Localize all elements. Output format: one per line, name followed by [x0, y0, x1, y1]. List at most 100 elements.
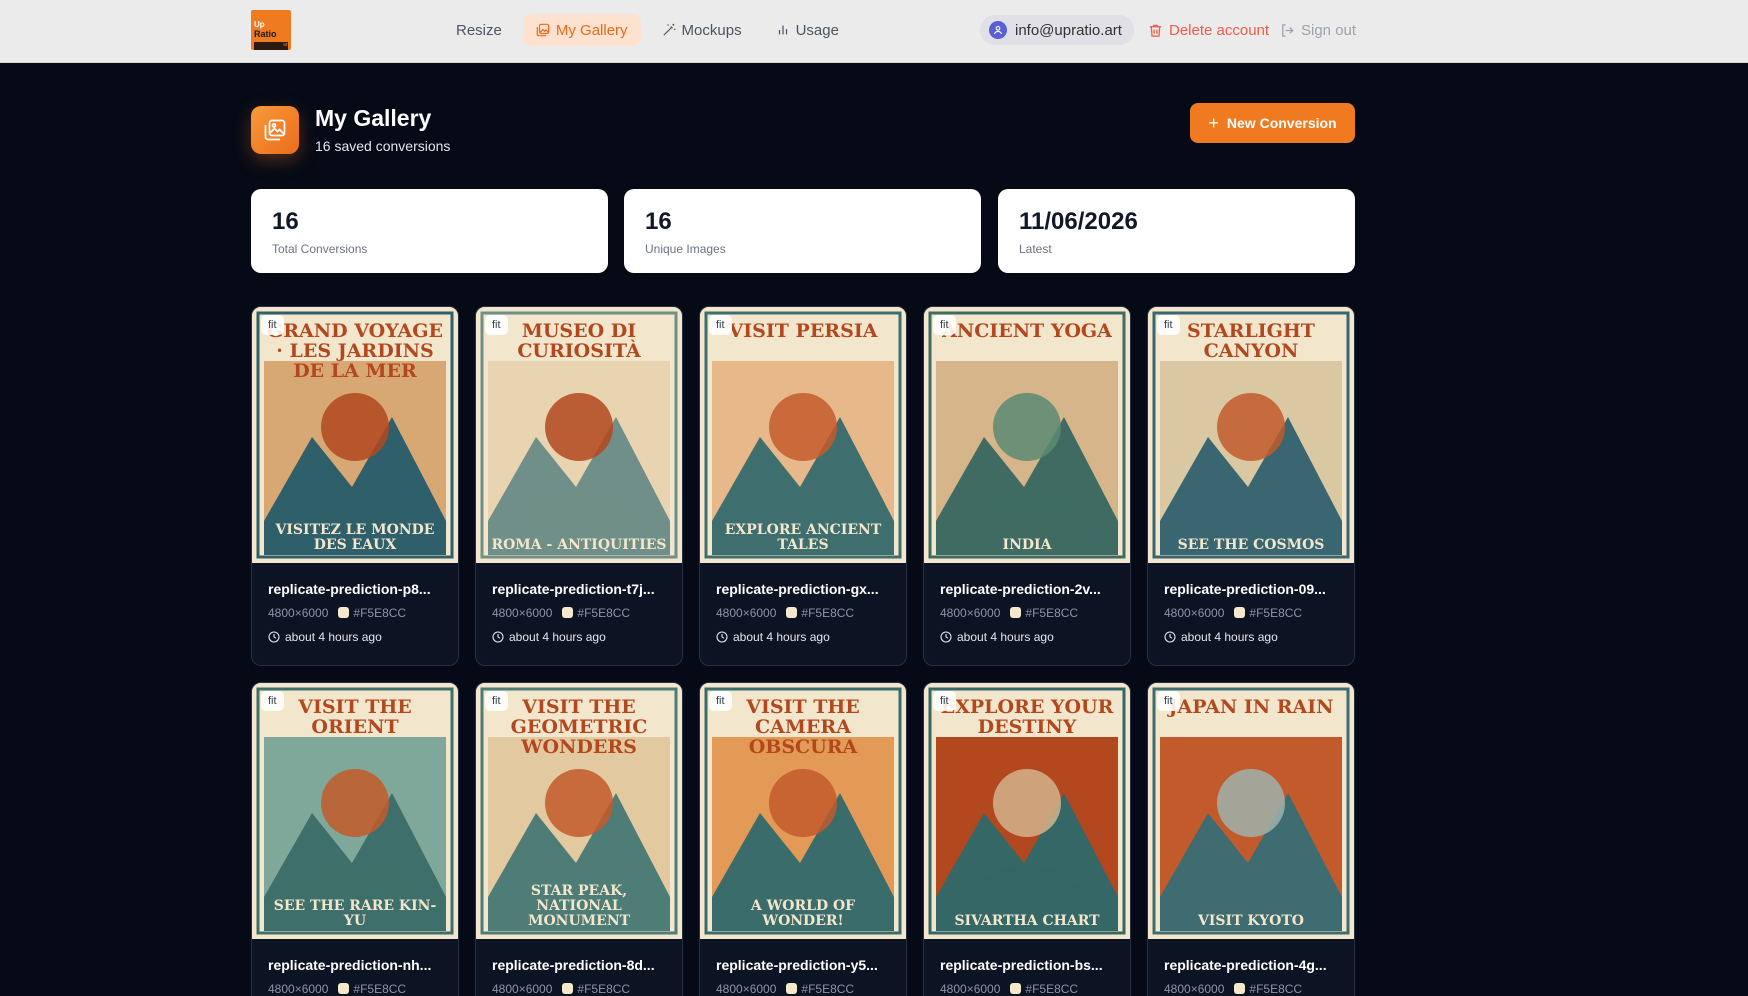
poster-thumbnail[interactable]: ANCIENT YOGA INDIA fit — [924, 307, 1130, 563]
logo-text-art: art — [283, 42, 289, 48]
card-filename: replicate-prediction-2v... — [940, 581, 1101, 597]
sign-out-label: Sign out — [1301, 21, 1357, 39]
new-conversion-button[interactable]: + New Conversion — [1190, 103, 1355, 143]
card-dimensions: 4800×6000 — [716, 606, 777, 620]
poster-thumbnail[interactable]: EXPLORE YOUR DESTINY SIVARTHA CHART fit — [924, 683, 1130, 939]
poster-top-text: JAPAN IN RAIN — [1168, 696, 1334, 718]
color-hex: #F5E8CC — [801, 606, 855, 620]
poster-thumbnail[interactable]: GRAND VOYAGE · LES JARDINS DE LA MER VIS… — [252, 307, 458, 563]
card-time-label: about 4 hours ago — [1181, 630, 1278, 644]
card-color: #F5E8CC — [562, 606, 630, 620]
poster-thumbnail[interactable]: STARLIGHT CANYON SEE THE COSMOS fit — [1148, 307, 1354, 563]
new-conversion-label: New Conversion — [1226, 115, 1337, 131]
card-meta: 4800×6000 #F5E8CC — [268, 606, 406, 620]
color-hex: #F5E8CC — [353, 982, 407, 996]
color-hex: #F5E8CC — [353, 606, 407, 620]
gallery-card[interactable]: VISIT THE GEOMETRIC WONDERS STAR PEAK, N… — [475, 682, 683, 996]
poster-top-text: VISIT THE ORIENT — [298, 696, 412, 738]
delete-account-button[interactable]: Delete account — [1148, 15, 1269, 45]
card-color: #F5E8CC — [562, 982, 630, 996]
color-swatch — [1234, 607, 1246, 618]
gallery-card[interactable]: GRAND VOYAGE · LES JARDINS DE LA MER VIS… — [251, 306, 459, 666]
card-filename: replicate-prediction-nh... — [268, 957, 432, 973]
card-meta: 4800×6000 #F5E8CC — [1164, 606, 1302, 620]
card-time-label: about 4 hours ago — [733, 630, 830, 644]
gallery-card[interactable]: STARLIGHT CANYON SEE THE COSMOS fit repl… — [1147, 306, 1355, 666]
gallery-card[interactable]: VISIT THE ORIENT SEE THE RARE KIN-YU fit… — [251, 682, 459, 996]
nav-item-usage[interactable]: Usage — [763, 14, 852, 46]
nav-item-mockups[interactable]: Mockups — [649, 14, 755, 46]
gallery-card[interactable]: JAPAN IN RAIN VISIT KYOTO fit replicate-… — [1147, 682, 1355, 996]
poster-top-text: EXPLORE YOUR DESTINY — [940, 696, 1114, 738]
poster-thumbnail[interactable]: VISIT PERSIA EXPLORE ANCIENT TALES fit — [700, 307, 906, 563]
fit-mode-badge: fit — [485, 315, 508, 335]
gallery-card[interactable]: MUSEO DI CURIOSITÀ ROMA - ANTIQUITIES fi… — [475, 306, 683, 666]
fit-mode-badge: fit — [709, 691, 732, 711]
gallery-card[interactable]: ANCIENT YOGA INDIA fit replicate-predict… — [923, 306, 1131, 666]
poster-artwork — [1148, 683, 1354, 939]
poster-bottom-text: VISITEZ LE MONDE DES EAUX — [275, 522, 435, 553]
poster-top-text: MUSEO DI CURIOSITÀ — [517, 320, 641, 362]
poster-thumbnail[interactable]: VISIT THE ORIENT SEE THE RARE KIN-YU fit — [252, 683, 458, 939]
fit-mode-badge: fit — [485, 691, 508, 711]
card-time-label: about 4 hours ago — [509, 630, 606, 644]
fit-mode-badge: fit — [1157, 315, 1180, 335]
gallery-card[interactable]: VISIT PERSIA EXPLORE ANCIENT TALES fit r… — [699, 306, 907, 666]
card-dimensions: 4800×6000 — [716, 982, 777, 996]
poster-thumbnail[interactable]: MUSEO DI CURIOSITÀ ROMA - ANTIQUITIES fi… — [476, 307, 682, 563]
card-time-label: about 4 hours ago — [957, 630, 1054, 644]
top-navbar: Up Ratio art Resize My Gallery Mockups U… — [0, 0, 1748, 63]
card-meta: 4800×6000 #F5E8CC — [268, 982, 406, 996]
poster-thumbnail[interactable]: VISIT THE CAMERA OBSCURA A WORLD OF WOND… — [700, 683, 906, 939]
poster-top-text: STARLIGHT CANYON — [1187, 320, 1315, 362]
card-meta: 4800×6000 #F5E8CC — [716, 982, 854, 996]
stat-unique-images: 16 Unique Images — [624, 189, 981, 273]
fit-mode-badge: fit — [261, 691, 284, 711]
card-filename: replicate-prediction-t7j... — [492, 581, 655, 597]
card-color: #F5E8CC — [1234, 982, 1302, 996]
card-dimensions: 4800×6000 — [268, 606, 329, 620]
card-time-label: about 4 hours ago — [285, 630, 382, 644]
card-dimensions: 4800×6000 — [1164, 606, 1225, 620]
poster-top-text: ANCIENT YOGA — [942, 320, 1112, 342]
color-swatch — [786, 983, 798, 994]
card-filename: replicate-prediction-09... — [1164, 581, 1326, 597]
stat-total-conversions: 16 Total Conversions — [251, 189, 608, 273]
nav-label-resize: Resize — [456, 21, 502, 39]
clock-icon — [1164, 631, 1176, 643]
poster-thumbnail[interactable]: JAPAN IN RAIN VISIT KYOTO fit — [1148, 683, 1354, 939]
card-dimensions: 4800×6000 — [1164, 982, 1225, 996]
stat-value: 11/06/2026 — [1019, 208, 1138, 235]
card-timestamp: about 4 hours ago — [492, 630, 606, 644]
gallery-card[interactable]: EXPLORE YOUR DESTINY SIVARTHA CHART fit … — [923, 682, 1131, 996]
poster-thumbnail[interactable]: VISIT THE GEOMETRIC WONDERS STAR PEAK, N… — [476, 683, 682, 939]
nav-item-my-gallery[interactable]: My Gallery — [522, 14, 641, 46]
user-account-pill[interactable]: info@upratio.art — [980, 15, 1134, 45]
gallery-card[interactable]: VISIT THE CAMERA OBSCURA A WORLD OF WOND… — [699, 682, 907, 996]
poster-bottom-text: ROMA - ANTIQUITIES — [491, 537, 667, 553]
poster-bottom-text: EXPLORE ANCIENT TALES — [724, 522, 882, 553]
clock-icon — [940, 631, 952, 643]
main-nav: Resize My Gallery Mockups Usage — [443, 14, 852, 46]
poster-bottom-text: INDIA — [1002, 537, 1052, 553]
stat-latest: 11/06/2026 Latest — [998, 189, 1355, 273]
plus-icon: + — [1208, 113, 1219, 133]
upratio-logo[interactable]: Up Ratio art — [251, 10, 291, 50]
delete-account-label: Delete account — [1169, 21, 1270, 39]
fit-mode-badge: fit — [261, 315, 284, 335]
poster-bottom-text: SIVARTHA CHART — [954, 913, 1100, 929]
nav-item-resize[interactable]: Resize — [443, 14, 515, 46]
stat-value: 16 — [272, 208, 299, 235]
card-color: #F5E8CC — [1010, 982, 1078, 996]
page-subtitle: 16 saved conversions — [315, 138, 451, 154]
card-timestamp: about 4 hours ago — [940, 630, 1054, 644]
sign-out-button[interactable]: Sign out — [1280, 15, 1356, 45]
clock-icon — [268, 631, 280, 643]
nav-label-my-gallery: My Gallery — [555, 21, 628, 39]
card-meta: 4800×6000 #F5E8CC — [940, 982, 1078, 996]
card-meta: 4800×6000 #F5E8CC — [1164, 982, 1302, 996]
color-hex: #F5E8CC — [577, 982, 631, 996]
card-color: #F5E8CC — [338, 982, 406, 996]
color-swatch — [1234, 983, 1246, 994]
card-filename: replicate-prediction-bs... — [940, 957, 1103, 973]
